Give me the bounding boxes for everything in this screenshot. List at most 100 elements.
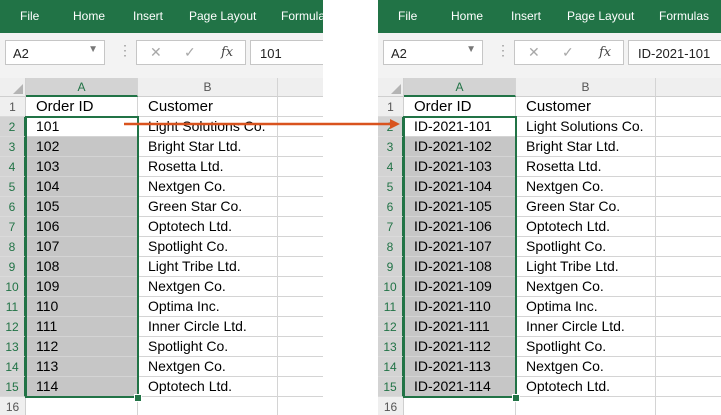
cell-order-id[interactable]: 101 [26, 117, 138, 137]
cell-order-id[interactable]: 103 [26, 157, 138, 177]
cell-order-id[interactable]: ID-2021-113 [404, 357, 516, 377]
cell-order-id[interactable]: ID-2021-109 [404, 277, 516, 297]
cell-order-id[interactable]: ID-2021-102 [404, 137, 516, 157]
row-header[interactable]: 4 [378, 157, 404, 177]
row-header[interactable]: 9 [0, 257, 26, 277]
cell-customer[interactable]: Spotlight Co. [516, 337, 656, 357]
empty-cell[interactable] [656, 257, 721, 277]
empty-cell[interactable] [26, 397, 138, 415]
empty-cell[interactable] [656, 157, 721, 177]
cell-customer[interactable]: Spotlight Co. [138, 337, 278, 357]
cell-customer[interactable]: Bright Star Ltd. [516, 137, 656, 157]
tab-page-layout[interactable]: Page Layout [567, 9, 634, 23]
cell-order-id[interactable]: 114 [26, 377, 138, 397]
cell-customer[interactable]: Light Solutions Co. [516, 117, 656, 137]
row-header[interactable]: 13 [0, 337, 26, 357]
empty-cell[interactable] [656, 357, 721, 377]
empty-cell[interactable] [656, 117, 721, 137]
row-header[interactable]: 11 [0, 297, 26, 317]
row-header[interactable]: 5 [0, 177, 26, 197]
row-header[interactable]: 9 [378, 257, 404, 277]
empty-cell[interactable] [278, 257, 323, 277]
cell-customer[interactable]: Nextgen Co. [516, 357, 656, 377]
row-header[interactable]: 3 [0, 137, 26, 157]
name-box[interactable]: A2 ▼ [383, 40, 483, 65]
header-cell-customer[interactable]: Customer [138, 97, 278, 117]
empty-cell[interactable] [656, 237, 721, 257]
empty-cell[interactable] [656, 217, 721, 237]
function-icon[interactable]: fx [599, 45, 611, 60]
column-header-b[interactable]: B [138, 78, 278, 97]
cell-customer[interactable]: Nextgen Co. [516, 177, 656, 197]
row-header[interactable]: 12 [0, 317, 26, 337]
formula-input[interactable]: ID-2021-101 [628, 40, 721, 65]
empty-cell[interactable] [278, 137, 323, 157]
cell-order-id[interactable]: ID-2021-114 [404, 377, 516, 397]
row-header[interactable]: 1 [378, 97, 404, 117]
empty-cell[interactable] [278, 237, 323, 257]
close-icon[interactable]: ✕ [528, 44, 540, 61]
cell-customer[interactable]: Nextgen Co. [516, 277, 656, 297]
cell-customer[interactable]: Spotlight Co. [138, 237, 278, 257]
row-header[interactable]: 6 [378, 197, 404, 217]
row-header[interactable]: 12 [378, 317, 404, 337]
tab-formulas[interactable]: Formulas [659, 9, 709, 23]
empty-cell[interactable] [278, 297, 323, 317]
row-header[interactable]: 10 [0, 277, 26, 297]
empty-cell[interactable] [278, 277, 323, 297]
empty-cell[interactable] [278, 157, 323, 177]
cell-customer[interactable]: Inner Circle Ltd. [516, 317, 656, 337]
cell-order-id[interactable]: 110 [26, 297, 138, 317]
header-cell-order-id[interactable]: Order ID [404, 97, 516, 117]
empty-cell[interactable] [278, 317, 323, 337]
row-header[interactable]: 3 [378, 137, 404, 157]
cell-customer[interactable]: Optima Inc. [138, 297, 278, 317]
cell-customer[interactable]: Spotlight Co. [516, 237, 656, 257]
cell-customer[interactable]: Optima Inc. [516, 297, 656, 317]
empty-cell[interactable] [656, 377, 721, 397]
tab-home[interactable]: Home [451, 9, 483, 23]
row-header[interactable]: 14 [378, 357, 404, 377]
row-header[interactable]: 10 [378, 277, 404, 297]
empty-cell[interactable] [278, 97, 323, 117]
row-header[interactable]: 14 [0, 357, 26, 377]
cell-customer[interactable]: Light Tribe Ltd. [516, 257, 656, 277]
check-icon[interactable]: ✓ [562, 44, 574, 61]
empty-cell[interactable] [278, 217, 323, 237]
cell-order-id[interactable]: 104 [26, 177, 138, 197]
cell-customer[interactable]: Light Solutions Co. [138, 117, 278, 137]
tab-file[interactable]: File [20, 9, 39, 23]
empty-cell[interactable] [656, 197, 721, 217]
row-header[interactable]: 11 [378, 297, 404, 317]
column-header-c[interactable] [656, 78, 721, 97]
cell-order-id[interactable]: ID-2021-112 [404, 337, 516, 357]
tab-page-layout[interactable]: Page Layout [189, 9, 256, 23]
cell-order-id[interactable]: ID-2021-103 [404, 157, 516, 177]
cell-customer[interactable]: Optotech Ltd. [516, 217, 656, 237]
header-cell-order-id[interactable]: Order ID [26, 97, 138, 117]
empty-cell[interactable] [656, 137, 721, 157]
empty-cell[interactable] [278, 177, 323, 197]
empty-cell[interactable] [404, 397, 516, 415]
empty-cell[interactable] [278, 357, 323, 377]
row-header[interactable]: 16 [0, 397, 26, 415]
cell-order-id[interactable]: ID-2021-111 [404, 317, 516, 337]
cell-order-id[interactable]: ID-2021-108 [404, 257, 516, 277]
row-header[interactable]: 15 [378, 377, 404, 397]
formula-input[interactable]: 101 [250, 40, 323, 65]
cell-order-id[interactable]: 111 [26, 317, 138, 337]
cell-order-id[interactable]: 105 [26, 197, 138, 217]
empty-cell[interactable] [278, 377, 323, 397]
fill-handle[interactable] [512, 394, 520, 402]
cell-order-id[interactable]: 108 [26, 257, 138, 277]
cell-customer[interactable]: Optotech Ltd. [138, 217, 278, 237]
cell-order-id[interactable]: 102 [26, 137, 138, 157]
empty-cell[interactable] [516, 397, 656, 415]
fill-handle[interactable] [134, 394, 142, 402]
empty-cell[interactable] [278, 397, 323, 415]
empty-cell[interactable] [656, 297, 721, 317]
tab-insert[interactable]: Insert [133, 9, 163, 23]
row-header[interactable]: 8 [378, 237, 404, 257]
column-header-c[interactable] [278, 78, 323, 97]
empty-cell[interactable] [278, 117, 323, 137]
